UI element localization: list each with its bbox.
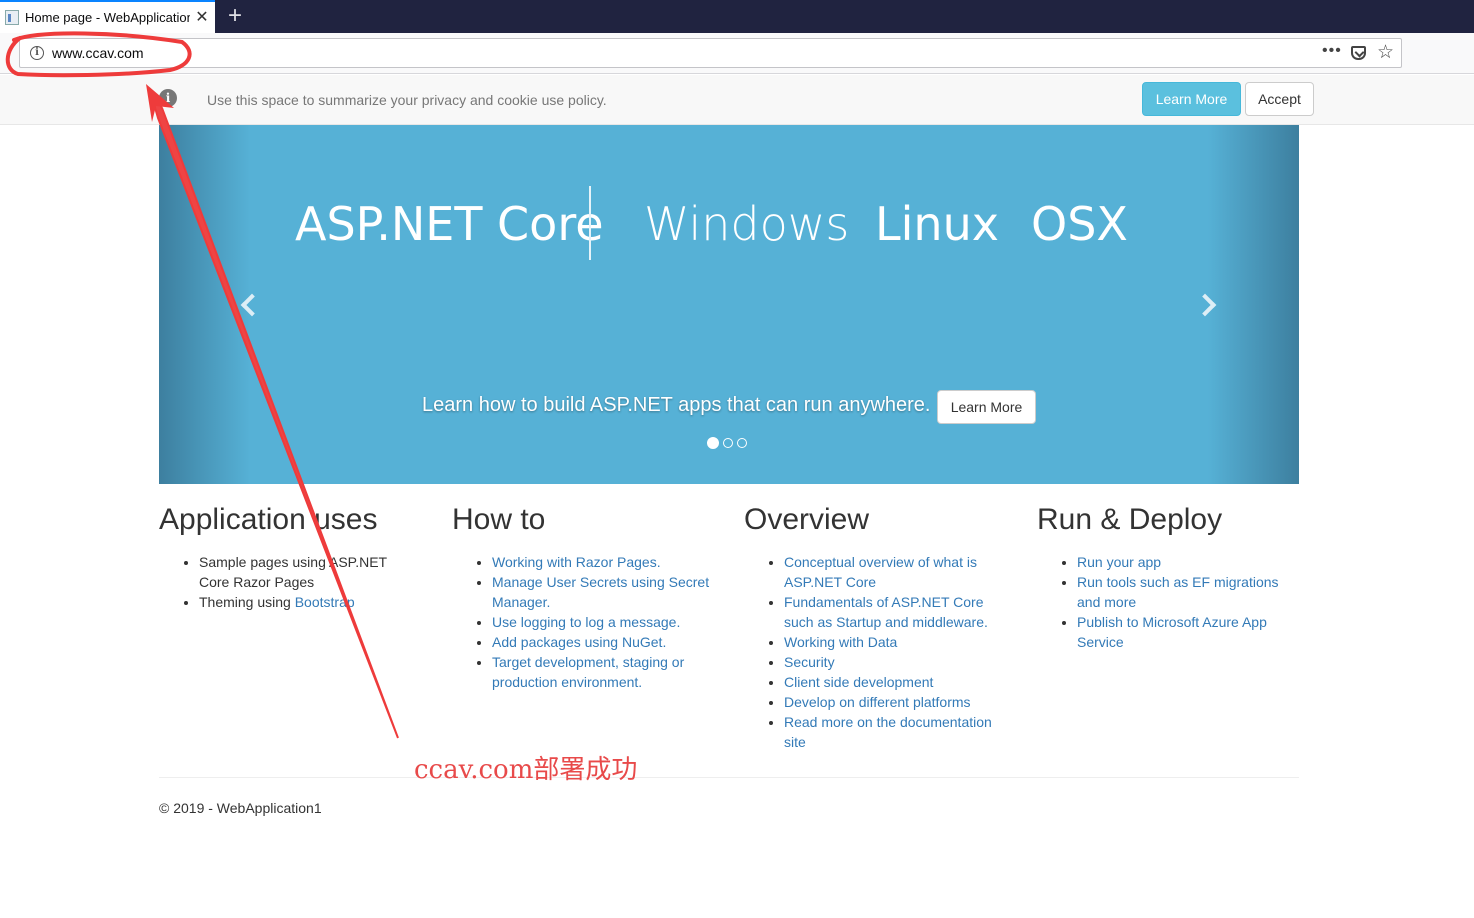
annotation-circle [5,31,192,78]
annotation-label: ccav.com部署成功 [414,755,638,785]
annotation-overlay [5,31,399,739]
annotation-arrow [149,89,399,739]
